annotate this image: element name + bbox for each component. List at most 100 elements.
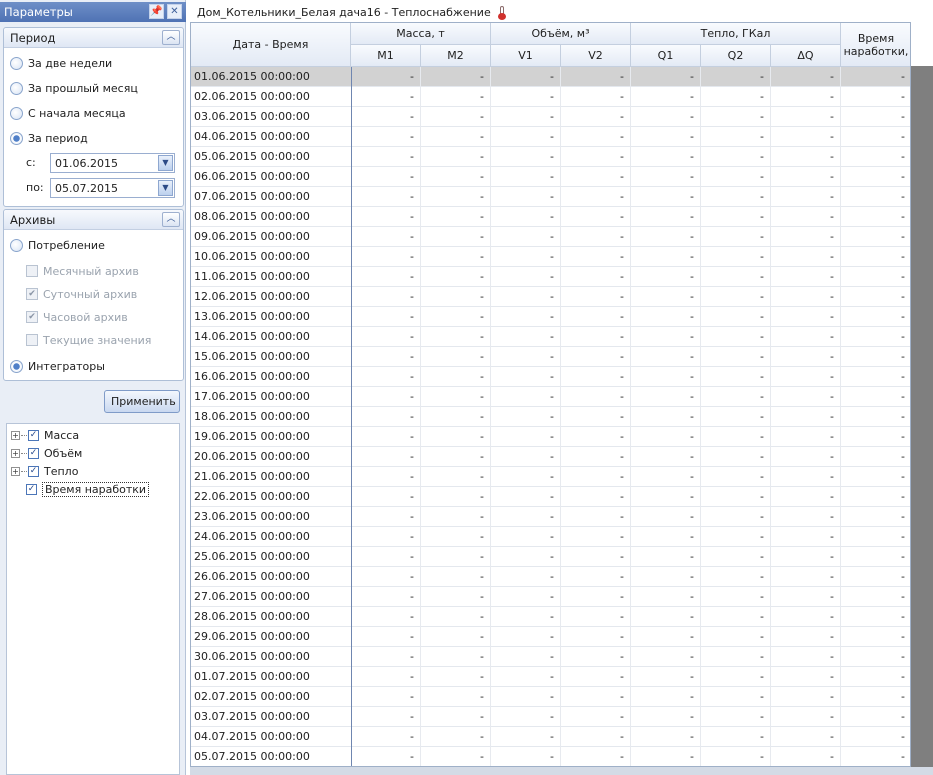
- table-cell[interactable]: -: [561, 667, 631, 687]
- cell-datetime[interactable]: 18.06.2015 00:00:00: [194, 410, 310, 423]
- table-cell[interactable]: -: [701, 747, 771, 766]
- table-cell[interactable]: -: [701, 127, 771, 147]
- radio-custom-period[interactable]: За период: [10, 129, 88, 147]
- table-cell[interactable]: -: [631, 87, 701, 107]
- table-cell[interactable]: -: [561, 167, 631, 187]
- table-cell[interactable]: -: [421, 227, 491, 247]
- table-cell[interactable]: -: [631, 227, 701, 247]
- table-cell[interactable]: -: [561, 147, 631, 167]
- cell-datetime[interactable]: 02.07.2015 00:00:00: [194, 690, 310, 703]
- radio-icon[interactable]: [10, 81, 23, 95]
- cell-datetime[interactable]: 05.06.2015 00:00:00: [194, 150, 310, 163]
- table-cell[interactable]: -: [841, 507, 910, 527]
- table-cell[interactable]: -: [491, 427, 561, 447]
- table-cell[interactable]: -: [351, 147, 421, 167]
- table-row[interactable]: 04.07.2015 00:00:00- - - - - - - -: [191, 727, 910, 747]
- table-cell[interactable]: -: [351, 427, 421, 447]
- table-cell[interactable]: -: [701, 607, 771, 627]
- table-cell[interactable]: -: [491, 307, 561, 327]
- table-cell[interactable]: -: [771, 127, 841, 147]
- table-cell[interactable]: -: [841, 87, 910, 107]
- table-row[interactable]: 07.06.2015 00:00:00- - - - - - - -: [191, 187, 910, 207]
- table-cell[interactable]: -: [701, 667, 771, 687]
- table-cell[interactable]: -: [561, 707, 631, 727]
- from-date-picker[interactable]: 01.06.2015 ▼: [50, 153, 175, 173]
- table-cell[interactable]: -: [491, 67, 561, 87]
- table-cell[interactable]: -: [771, 747, 841, 766]
- table-cell[interactable]: -: [561, 267, 631, 287]
- table-cell[interactable]: -: [561, 247, 631, 267]
- collapse-period-button[interactable]: ︿: [162, 30, 180, 45]
- column-header-v1[interactable]: V1: [491, 45, 561, 67]
- chevron-down-icon[interactable]: ▼: [158, 155, 173, 171]
- radio-month-start[interactable]: С начала месяца: [10, 104, 126, 122]
- table-cell[interactable]: -: [491, 187, 561, 207]
- table-cell[interactable]: -: [491, 327, 561, 347]
- table-cell[interactable]: -: [561, 347, 631, 367]
- table-cell[interactable]: -: [631, 67, 701, 87]
- table-cell[interactable]: -: [841, 347, 910, 367]
- table-cell[interactable]: -: [421, 447, 491, 467]
- cell-datetime[interactable]: 11.06.2015 00:00:00: [194, 270, 310, 283]
- table-cell[interactable]: -: [491, 107, 561, 127]
- table-cell[interactable]: -: [771, 667, 841, 687]
- table-cell[interactable]: -: [701, 687, 771, 707]
- cell-datetime[interactable]: 20.06.2015 00:00:00: [194, 450, 310, 463]
- column-header-q1[interactable]: Q1: [631, 45, 701, 67]
- table-cell[interactable]: -: [841, 327, 910, 347]
- table-cell[interactable]: -: [841, 207, 910, 227]
- table-cell[interactable]: -: [771, 427, 841, 447]
- cell-datetime[interactable]: 29.06.2015 00:00:00: [194, 630, 310, 643]
- table-cell[interactable]: -: [421, 427, 491, 447]
- table-cell[interactable]: -: [841, 587, 910, 607]
- table-cell[interactable]: -: [351, 667, 421, 687]
- table-cell[interactable]: -: [421, 67, 491, 87]
- table-cell[interactable]: -: [771, 67, 841, 87]
- table-cell[interactable]: -: [841, 167, 910, 187]
- table-cell[interactable]: -: [841, 607, 910, 627]
- table-cell[interactable]: -: [421, 687, 491, 707]
- table-cell[interactable]: -: [351, 447, 421, 467]
- table-cell[interactable]: -: [561, 447, 631, 467]
- table-cell[interactable]: -: [351, 527, 421, 547]
- column-header-m1[interactable]: M1: [351, 45, 421, 67]
- table-cell[interactable]: -: [561, 387, 631, 407]
- table-cell[interactable]: -: [491, 147, 561, 167]
- table-cell[interactable]: -: [771, 567, 841, 587]
- table-cell[interactable]: -: [561, 587, 631, 607]
- table-cell[interactable]: -: [841, 527, 910, 547]
- table-cell[interactable]: -: [771, 467, 841, 487]
- table-cell[interactable]: -: [561, 427, 631, 447]
- radio-icon[interactable]: [10, 106, 23, 120]
- table-cell[interactable]: -: [841, 267, 910, 287]
- table-cell[interactable]: -: [771, 447, 841, 467]
- table-cell[interactable]: -: [491, 707, 561, 727]
- cell-datetime[interactable]: 17.06.2015 00:00:00: [194, 390, 310, 403]
- table-cell[interactable]: -: [351, 107, 421, 127]
- table-cell[interactable]: -: [421, 667, 491, 687]
- cell-datetime[interactable]: 26.06.2015 00:00:00: [194, 570, 310, 583]
- table-cell[interactable]: -: [561, 727, 631, 747]
- table-cell[interactable]: -: [491, 387, 561, 407]
- cell-datetime[interactable]: 19.06.2015 00:00:00: [194, 430, 310, 443]
- table-cell[interactable]: -: [841, 127, 910, 147]
- table-cell[interactable]: -: [421, 487, 491, 507]
- table-cell[interactable]: -: [631, 747, 701, 766]
- table-cell[interactable]: -: [421, 307, 491, 327]
- table-cell[interactable]: -: [491, 527, 561, 547]
- table-cell[interactable]: -: [771, 727, 841, 747]
- table-cell[interactable]: -: [771, 547, 841, 567]
- table-cell[interactable]: -: [771, 687, 841, 707]
- cell-datetime[interactable]: 06.06.2015 00:00:00: [194, 170, 310, 183]
- table-cell[interactable]: -: [841, 187, 910, 207]
- table-cell[interactable]: -: [351, 607, 421, 627]
- table-row[interactable]: 29.06.2015 00:00:00- - - - - - - -: [191, 627, 910, 647]
- table-cell[interactable]: -: [491, 467, 561, 487]
- table-cell[interactable]: -: [701, 527, 771, 547]
- table-cell[interactable]: -: [421, 347, 491, 367]
- table-cell[interactable]: -: [491, 127, 561, 147]
- cell-datetime[interactable]: 02.06.2015 00:00:00: [194, 90, 310, 103]
- table-cell[interactable]: -: [701, 587, 771, 607]
- table-cell[interactable]: -: [421, 407, 491, 427]
- table-cell[interactable]: -: [491, 507, 561, 527]
